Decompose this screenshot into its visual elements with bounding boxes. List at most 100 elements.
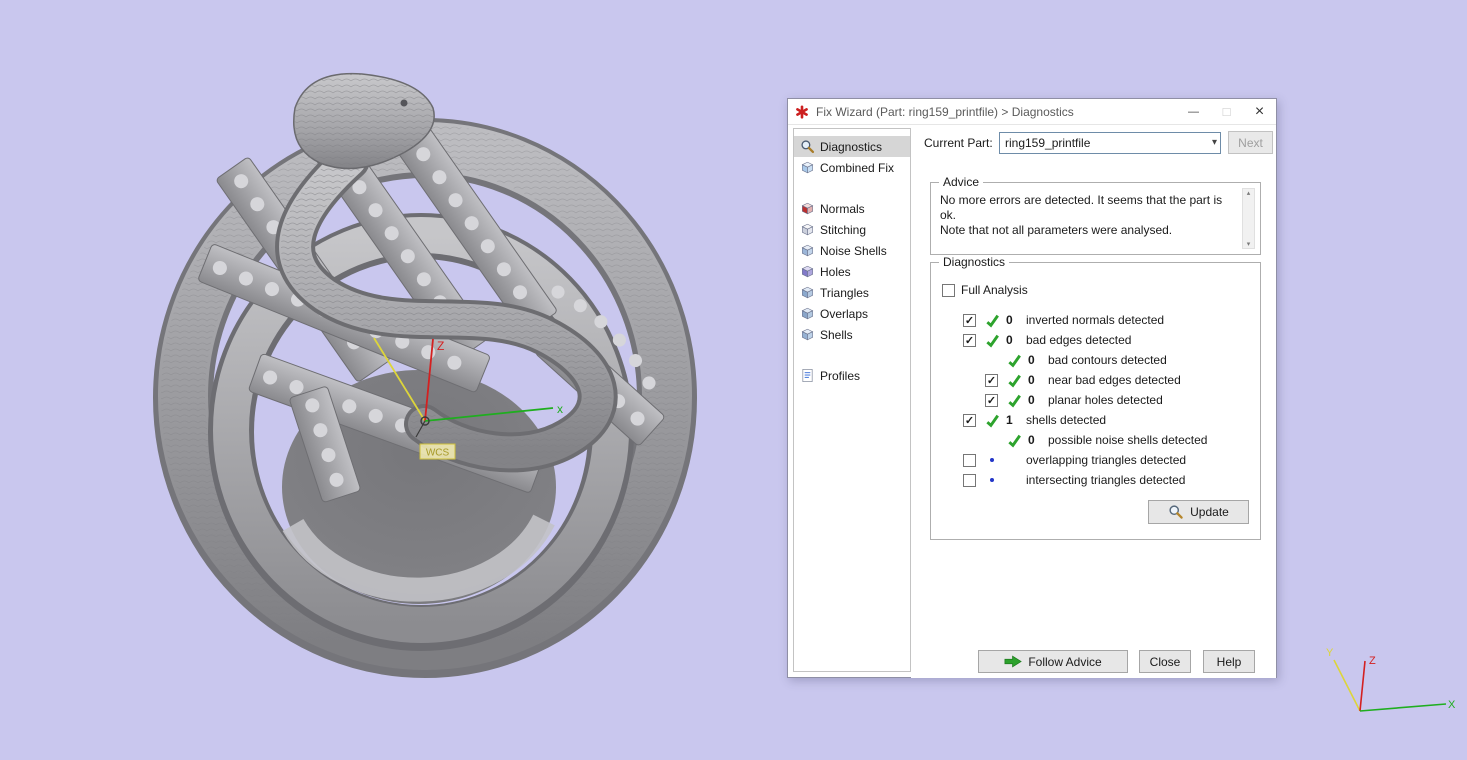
- diagnostic-row: 0 bad contours detected: [931, 350, 1260, 370]
- check-ok-icon: [1007, 393, 1028, 408]
- pending-dot-icon: [985, 478, 1006, 482]
- sidebar-item-profiles[interactable]: Profiles: [794, 365, 910, 386]
- diagnostic-count: 0: [1028, 353, 1035, 367]
- advice-scrollbar[interactable]: ▴ ▾: [1242, 188, 1255, 249]
- diagnostic-row: ✓ 0 bad edges detected: [931, 330, 1260, 350]
- diagnostic-checkbox[interactable]: [963, 453, 976, 467]
- cube-combined-icon: [800, 160, 815, 175]
- diagnostic-label: possible noise shells detected: [1048, 433, 1208, 447]
- check-ok-icon: [1007, 353, 1028, 368]
- diagnostic-label: intersecting triangles detected: [1026, 473, 1186, 487]
- diagnostic-checkbox[interactable]: [963, 473, 976, 487]
- sidebar-item-label: Normals: [820, 201, 865, 216]
- current-part-label: Current Part:: [924, 135, 993, 150]
- diagnostic-checkbox[interactable]: ✓: [985, 393, 998, 407]
- full-analysis-checkbox[interactable]: [942, 283, 955, 297]
- sidebar-item-combined-fix[interactable]: Combined Fix: [794, 157, 910, 178]
- sidebar: Diagnostics Combined Fix Normals Stitching N…: [793, 128, 911, 672]
- orientation-axes: Y Z X: [1326, 647, 1456, 712]
- cube-triangles-icon: [800, 285, 815, 300]
- sidebar-item-stitching[interactable]: Stitching: [794, 219, 910, 240]
- diagnostic-checkbox[interactable]: ✓: [985, 373, 998, 387]
- diagnostic-row: ✓ 0 planar holes detected: [931, 390, 1260, 410]
- sidebar-item-label: Holes: [820, 264, 851, 279]
- cube-noise-icon: [800, 243, 815, 258]
- diagnostic-row: 0 possible noise shells detected: [931, 430, 1260, 450]
- cube-normals-icon: [800, 201, 815, 216]
- diagnostic-count: 0: [1006, 313, 1013, 327]
- diagnostic-label: bad contours detected: [1048, 353, 1167, 367]
- diagnostic-row: ✓ 1 shells detected: [931, 410, 1260, 430]
- diagnostic-label: near bad edges detected: [1048, 373, 1181, 387]
- world-axis-y-label: Y: [1326, 647, 1334, 659]
- diagnostic-label: shells detected: [1026, 413, 1107, 427]
- advice-group-title: Advice: [939, 175, 984, 189]
- axis-z-label: Z: [437, 339, 444, 353]
- check-ok-icon: [985, 313, 1006, 328]
- sidebar-item-label: Triangles: [820, 285, 869, 300]
- diagnostic-count: 0: [1028, 433, 1035, 447]
- diagnostics-group-title: Diagnostics: [939, 255, 1010, 269]
- sidebar-item-label: Stitching: [820, 222, 867, 237]
- chevron-down-icon: ▾: [1211, 137, 1217, 148]
- app-icon: [795, 104, 810, 119]
- diagnostic-checkbox[interactable]: ✓: [963, 333, 976, 347]
- follow-advice-button[interactable]: Follow Advice: [978, 650, 1128, 673]
- close-window-button[interactable]: ×: [1243, 99, 1276, 124]
- cube-shells-icon: [800, 327, 815, 342]
- diagnostic-label: bad edges detected: [1026, 333, 1132, 347]
- current-part-dropdown[interactable]: ring159_printfile ▾: [999, 131, 1221, 154]
- sidebar-item-label: Overlaps: [820, 306, 869, 321]
- magnifier-icon: [800, 139, 815, 154]
- scroll-up-icon[interactable]: ▴: [1247, 189, 1251, 197]
- diagnostic-row: ✓ 0 near bad edges detected: [931, 370, 1260, 390]
- sidebar-item-triangles[interactable]: Triangles: [794, 282, 910, 303]
- sidebar-item-overlaps[interactable]: Overlaps: [794, 303, 910, 324]
- diagnostic-row: intersecting triangles detected: [931, 470, 1260, 490]
- magnifier-icon: [1168, 504, 1184, 520]
- scroll-down-icon[interactable]: ▾: [1247, 240, 1251, 248]
- full-analysis-label: Full Analysis: [961, 283, 1028, 297]
- titlebar[interactable]: Fix Wizard (Part: ring159_printfile) > D…: [788, 99, 1276, 125]
- sidebar-item-normals[interactable]: Normals: [794, 198, 910, 219]
- sidebar-item-diagnostics[interactable]: Diagnostics: [794, 136, 910, 157]
- sidebar-item-label: Combined Fix: [820, 160, 895, 175]
- diagnostic-checkbox[interactable]: ✓: [963, 413, 976, 427]
- diagnostic-count: 1: [1006, 413, 1013, 427]
- fix-wizard-window: Fix Wizard (Part: ring159_printfile) > D…: [787, 98, 1277, 678]
- sidebar-item-label: Profiles: [820, 368, 861, 383]
- sidebar-item-noise-shells[interactable]: Noise Shells: [794, 240, 910, 261]
- next-button[interactable]: Next: [1228, 131, 1273, 154]
- update-button-label: Update: [1190, 505, 1229, 519]
- follow-advice-label: Follow Advice: [1028, 654, 1102, 669]
- check-ok-icon: [985, 333, 1006, 348]
- close-button[interactable]: Close: [1139, 650, 1191, 673]
- diagnostic-row: ✓ 0 inverted normals detected: [931, 310, 1260, 330]
- dialog-main: Current Part: ring159_printfile ▾ Next A…: [911, 125, 1276, 678]
- diagnostic-checkbox[interactable]: ✓: [963, 313, 976, 327]
- diagnostic-row: overlapping triangles detected: [931, 450, 1260, 470]
- advice-text: No more errors are detected. It seems th…: [940, 193, 1223, 237]
- diagnostics-group: Diagnostics Full Analysis ✓ 0 inverted nor…: [930, 255, 1261, 540]
- diagnostics-list: ✓ 0 inverted normals detected ✓ 0 bad edges d…: [931, 310, 1260, 490]
- current-part-value: ring159_printfile: [1005, 135, 1091, 150]
- diagnostic-count: 0: [1006, 333, 1013, 347]
- diagnostic-label: overlapping triangles detected: [1026, 453, 1187, 467]
- update-button[interactable]: Update: [1148, 500, 1249, 524]
- profile-doc-icon: [800, 368, 815, 383]
- world-axis-x-label: X: [1448, 699, 1456, 711]
- window-title: Fix Wizard (Part: ring159_printfile) > D…: [816, 104, 1074, 119]
- wcs-tag-label: WCS: [426, 448, 450, 459]
- sidebar-item-label: Shells: [820, 327, 853, 342]
- sidebar-item-holes[interactable]: Holes: [794, 261, 910, 282]
- pending-dot-icon: [985, 458, 1006, 462]
- help-button[interactable]: Help: [1203, 650, 1255, 673]
- check-ok-icon: [1007, 373, 1028, 388]
- sidebar-item-label: Noise Shells: [820, 243, 887, 258]
- maximize-button[interactable]: □: [1210, 99, 1243, 124]
- sidebar-item-shells[interactable]: Shells: [794, 324, 910, 345]
- check-ok-icon: [985, 413, 1006, 428]
- diagnostic-count: 0: [1028, 373, 1035, 387]
- green-arrow-icon: [1004, 655, 1023, 668]
- minimize-button[interactable]: —: [1177, 99, 1210, 124]
